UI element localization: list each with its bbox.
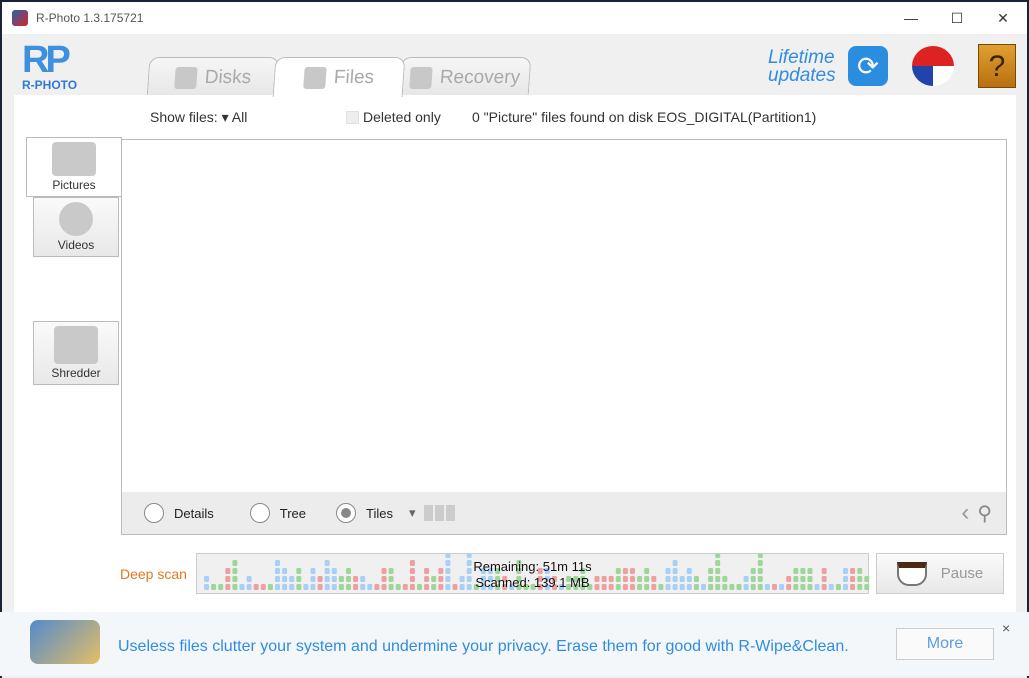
tab-recovery[interactable]: Recovery bbox=[398, 57, 532, 97]
files-icon bbox=[303, 66, 327, 89]
radio-tiles[interactable] bbox=[336, 503, 356, 523]
radio-tree[interactable] bbox=[249, 503, 270, 523]
tile-size-dropdown-icon[interactable]: ▾ bbox=[409, 505, 416, 521]
remaining-time: Remaining: 51m 11s bbox=[473, 559, 592, 574]
show-files-label: Show files: bbox=[150, 109, 218, 125]
recovery-icon bbox=[409, 66, 433, 89]
r-photo-logo: RP R-PHOTO bbox=[22, 39, 78, 92]
deleted-only-label: Deleted only bbox=[363, 109, 441, 125]
shredder-icon bbox=[54, 326, 98, 364]
deleted-only-checkbox[interactable]: Deleted only bbox=[346, 109, 441, 125]
show-files-value: All bbox=[231, 109, 248, 125]
update-refresh-icon[interactable]: ⟳ bbox=[848, 46, 888, 86]
sidebar-label: Shredder bbox=[51, 366, 101, 380]
more-button[interactable]: More bbox=[896, 628, 994, 660]
tree-label: Tree bbox=[279, 505, 306, 521]
chevron-left-icon[interactable]: ‹ bbox=[961, 499, 969, 527]
scan-dot bbox=[715, 554, 721, 558]
scan-dot bbox=[445, 554, 451, 558]
lifetime-updates-link[interactable]: Lifetime updates bbox=[768, 48, 836, 86]
scan-progress: Remaining: 51m 11s Scanned: 139.1 MB bbox=[196, 553, 870, 594]
sidebar-item-pictures[interactable]: Pictures bbox=[26, 137, 122, 197]
window-title: R-Photo 1.3.175721 bbox=[36, 11, 144, 25]
tab-label: Disks bbox=[204, 66, 252, 88]
disk-icon bbox=[173, 66, 198, 89]
minimize-button[interactable]: — bbox=[888, 2, 934, 34]
tab-disks[interactable]: Disks bbox=[146, 57, 280, 97]
checkbox-box[interactable] bbox=[346, 111, 359, 124]
files-found-status: 0 "Picture" files found on disk EOS_DIGI… bbox=[472, 109, 817, 125]
app-icon bbox=[12, 10, 28, 26]
sidebar-label: Pictures bbox=[52, 178, 96, 192]
language-flag-icon[interactable] bbox=[912, 46, 954, 86]
pictures-icon bbox=[52, 142, 96, 176]
file-list[interactable]: Details Tree Tiles ▾ ‹ ⚲ bbox=[121, 139, 1007, 535]
view-mode-bar: Details Tree Tiles ▾ ‹ ⚲ bbox=[122, 492, 1006, 534]
tile-grid-icon[interactable] bbox=[423, 505, 456, 521]
coffee-cup-icon bbox=[896, 561, 927, 586]
details-label: Details bbox=[174, 505, 214, 521]
scan-dot bbox=[466, 554, 472, 558]
scanned-size: Scanned: 139.1 MB bbox=[475, 575, 590, 590]
show-files-dropdown[interactable]: Show files: ▾ All bbox=[150, 109, 247, 126]
tab-files[interactable]: Files bbox=[272, 57, 406, 97]
maximize-button[interactable]: ☐ bbox=[934, 2, 980, 34]
scan-dot bbox=[757, 554, 763, 558]
deep-scan-label: Deep scan bbox=[120, 566, 187, 582]
videos-icon bbox=[59, 202, 93, 236]
radio-details[interactable] bbox=[144, 503, 164, 523]
ad-banner: Useless files clutter your system and un… bbox=[0, 612, 1029, 676]
sidebar-label: Videos bbox=[57, 238, 95, 252]
tab-label: Recovery bbox=[439, 66, 521, 88]
pause-label: Pause bbox=[940, 565, 984, 582]
search-icon[interactable]: ⚲ bbox=[977, 501, 992, 526]
close-button[interactable]: ✕ bbox=[980, 2, 1026, 34]
pause-button[interactable]: Pause bbox=[876, 553, 1004, 594]
updates-text: updates bbox=[768, 65, 836, 86]
ad-close-button[interactable]: × bbox=[1002, 620, 1010, 636]
sidebar-item-shredder[interactable]: Shredder bbox=[33, 321, 119, 385]
caret-down-icon: ▾ bbox=[221, 109, 229, 125]
tiles-label: Tiles bbox=[366, 505, 393, 521]
sidebar-item-videos[interactable]: Videos bbox=[33, 197, 119, 257]
wipe-brush-icon bbox=[30, 620, 100, 664]
ad-text: Useless files clutter your system and un… bbox=[118, 638, 849, 655]
tab-label: Files bbox=[333, 66, 375, 88]
title-bar: R-Photo 1.3.175721 — ☐ ✕ bbox=[2, 2, 1027, 34]
help-button[interactable]: ? bbox=[978, 44, 1016, 88]
